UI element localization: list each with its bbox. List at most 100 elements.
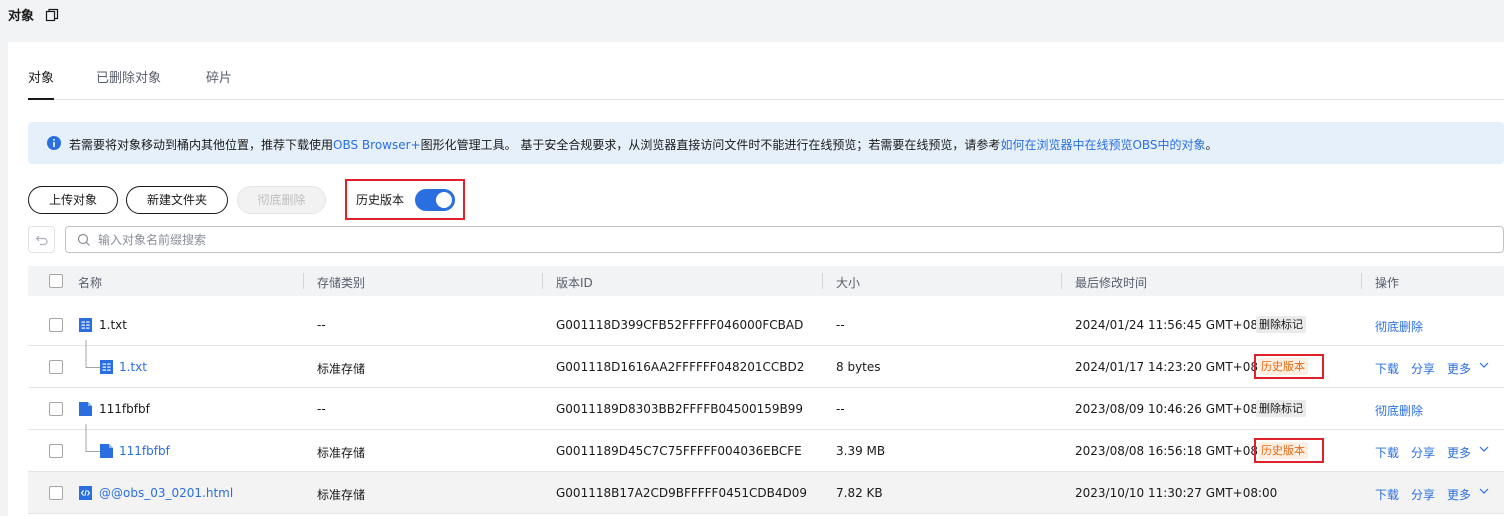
column-header-storage[interactable]: 存储类别 xyxy=(317,274,365,291)
chevron-down-icon[interactable] xyxy=(1479,444,1489,454)
objects-table: 名称 存储类别 版本ID 大小 最后修改时间 操作 1.txt -- G0011… xyxy=(28,266,1504,514)
object-name-link[interactable]: @@obs_03_0201.html xyxy=(99,486,233,500)
info-icon xyxy=(47,136,61,150)
page-title: 对象 xyxy=(8,9,35,24)
storage-class: -- xyxy=(317,402,326,416)
chevron-down-icon[interactable] xyxy=(1479,360,1489,370)
search-box xyxy=(65,226,1504,253)
history-version-badge: 历史版本 xyxy=(1258,358,1308,375)
tab-bar: 对象 已删除对象 碎片 xyxy=(28,70,1504,100)
version-id: G0011189D8303BB2FFFFB04500159B99 xyxy=(556,402,804,416)
tab-fragments[interactable]: 碎片 xyxy=(206,70,232,100)
version-id: G001118D399CFB52FFFFF046000FCBAD xyxy=(556,318,804,332)
back-button[interactable] xyxy=(28,226,55,253)
table-row[interactable]: @@obs_03_0201.html 标准存储 G001118B17A2CD9B… xyxy=(28,472,1504,514)
tab-deleted-objects[interactable]: 已删除对象 xyxy=(96,70,161,100)
notice-text-part: 。 xyxy=(1205,138,1218,152)
page-header: 对象 xyxy=(0,0,1504,42)
html-file-icon xyxy=(79,486,92,500)
column-separator xyxy=(303,273,304,289)
object-name: 1.txt xyxy=(99,318,127,332)
more-link[interactable]: 更多 xyxy=(1447,444,1471,461)
row-checkbox[interactable] xyxy=(49,444,63,458)
column-header-size[interactable]: 大小 xyxy=(836,274,860,291)
download-link[interactable]: 下载 xyxy=(1375,444,1399,461)
tree-connector xyxy=(85,340,101,368)
modified-time: 2024/01/17 14:23:20 GMT+08:00 xyxy=(1075,360,1278,374)
file-icon xyxy=(79,402,92,416)
history-version-highlight: 历史版本 xyxy=(345,179,465,220)
notice-text-part: 图形化管理工具。 基于安全合规要求，从浏览器直接访问文件时不能进行在线预览；若需… xyxy=(420,138,1001,152)
table-row[interactable]: 111fbfbf 标准存储 G0011189D45C7C75FFFFF00403… xyxy=(28,424,1504,472)
notice-text-part: 若需要将对象移动到桶内其他位置，推荐下载使用 xyxy=(69,138,334,152)
column-separator xyxy=(542,273,543,289)
version-id: G0011189D45C7C75FFFFF004036EBCFE xyxy=(556,444,802,458)
chevron-down-icon[interactable] xyxy=(1479,486,1489,496)
modified-time: 2023/08/08 16:56:18 GMT+08:00 xyxy=(1075,444,1278,458)
row-checkbox[interactable] xyxy=(49,486,63,500)
table-row[interactable]: 1.txt 标准存储 G001118D1616AA2FFFFFF048201CC… xyxy=(28,340,1504,388)
delete-marker-badge: 删除标记 xyxy=(1256,316,1306,333)
select-all-checkbox[interactable] xyxy=(49,274,63,288)
object-size: 8 bytes xyxy=(836,360,881,374)
column-separator xyxy=(1061,273,1062,289)
modified-time: 2023/08/09 10:46:26 GMT+08:00 xyxy=(1075,402,1278,416)
table-spacer xyxy=(28,296,1504,304)
object-size: 3.39 MB xyxy=(836,444,886,458)
download-link[interactable]: 下载 xyxy=(1375,486,1399,503)
share-link[interactable]: 分享 xyxy=(1411,360,1435,377)
toggle-knob xyxy=(436,192,452,208)
search-input[interactable] xyxy=(98,227,1488,252)
row-checkbox[interactable] xyxy=(49,318,63,332)
share-link[interactable]: 分享 xyxy=(1411,486,1435,503)
table-row[interactable]: 1.txt -- G001118D399CFB52FFFFF046000FCBA… xyxy=(28,304,1504,346)
more-link[interactable]: 更多 xyxy=(1447,360,1471,377)
row-checkbox[interactable] xyxy=(49,360,63,374)
history-version-badge: 历史版本 xyxy=(1258,442,1308,459)
history-version-toggle[interactable] xyxy=(415,189,455,211)
column-header-actions: 操作 xyxy=(1375,276,1400,290)
notice-text: 若需要将对象移动到桶内其他位置，推荐下载使用OBS Browser+图形化管理工… xyxy=(69,136,1218,153)
column-header-name[interactable]: 名称 xyxy=(78,274,102,291)
object-size: -- xyxy=(836,402,845,416)
object-name-link[interactable]: 1.txt xyxy=(119,360,147,374)
column-separator xyxy=(822,273,823,289)
object-name-link[interactable]: 111fbfbf xyxy=(119,444,170,458)
column-header-modified[interactable]: 最后修改时间 xyxy=(1075,274,1147,291)
preview-help-link[interactable]: 如何在浏览器中在线预览OBS中的对象 xyxy=(1000,138,1205,152)
modified-time: 2024/01/24 11:56:45 GMT+08:00 xyxy=(1075,318,1278,332)
tab-objects[interactable]: 对象 xyxy=(28,70,55,100)
more-link[interactable]: 更多 xyxy=(1447,486,1471,503)
upload-object-button[interactable]: 上传对象 xyxy=(28,186,118,214)
obs-browser-link[interactable]: OBS Browser+ xyxy=(333,138,421,152)
version-id: G001118D1616AA2FFFFFF048201CCBD2 xyxy=(556,360,805,374)
history-version-label: 历史版本 xyxy=(356,193,405,207)
row-checkbox[interactable] xyxy=(49,402,63,416)
tree-connector xyxy=(85,424,101,452)
file-icon xyxy=(100,444,113,458)
object-size: -- xyxy=(836,318,845,332)
objects-panel: 对象 已删除对象 碎片 若需要将对象移动到桶内其他位置，推荐下载使用OBS Br… xyxy=(8,42,1504,516)
storage-class: 标准存储 xyxy=(317,488,366,502)
delete-permanently-link[interactable]: 彻底删除 xyxy=(1375,402,1423,419)
version-id: G001118B17A2CD9BFFFFF0451CDB4D09 xyxy=(556,486,807,500)
modified-time: 2023/10/10 11:30:27 GMT+08:00 xyxy=(1075,486,1278,500)
table-row[interactable]: 111fbfbf -- G0011189D8303BB2FFFFB0450015… xyxy=(28,388,1504,430)
txt-file-icon xyxy=(100,360,113,374)
info-notice: 若需要将对象移动到桶内其他位置，推荐下载使用OBS Browser+图形化管理工… xyxy=(28,122,1504,164)
download-link[interactable]: 下载 xyxy=(1375,360,1399,377)
delete-permanently-link[interactable]: 彻底删除 xyxy=(1375,318,1423,335)
delete-marker-badge: 删除标记 xyxy=(1256,400,1306,417)
column-separator xyxy=(1361,273,1362,289)
txt-file-icon xyxy=(79,318,92,332)
copy-icon[interactable] xyxy=(45,8,59,22)
column-header-version-id[interactable]: 版本ID xyxy=(556,274,593,291)
undo-icon xyxy=(35,235,48,246)
table-header: 名称 存储类别 版本ID 大小 最后修改时间 操作 xyxy=(28,266,1504,296)
share-link[interactable]: 分享 xyxy=(1411,444,1435,461)
object-name: 111fbfbf xyxy=(99,402,150,416)
search-icon xyxy=(77,233,90,246)
new-folder-button[interactable]: 新建文件夹 xyxy=(126,186,228,214)
storage-class: 标准存储 xyxy=(317,362,366,376)
delete-permanently-button[interactable]: 彻底删除 xyxy=(237,186,326,214)
